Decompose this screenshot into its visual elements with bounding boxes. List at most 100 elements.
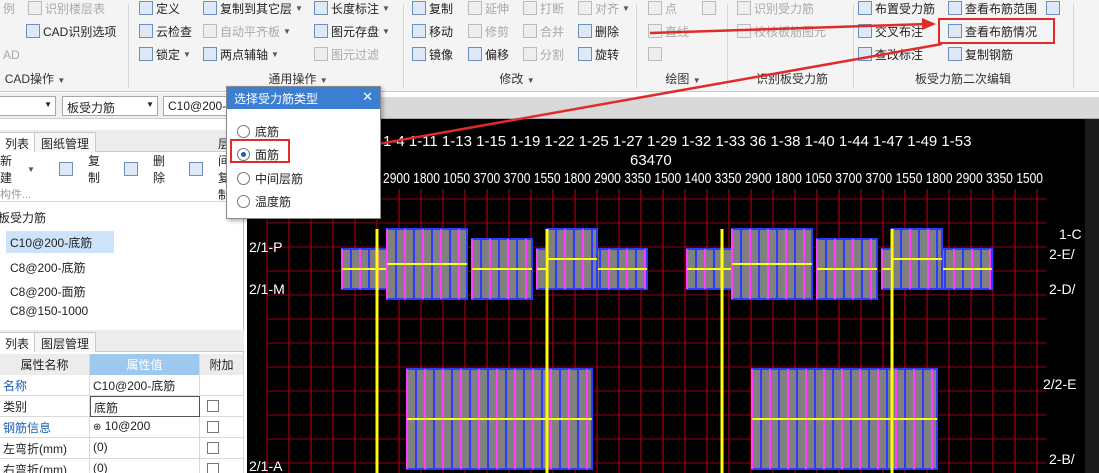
- property-value[interactable]: (0): [90, 459, 200, 473]
- copy-button[interactable]: 复制: [412, 0, 453, 18]
- rotate-button[interactable]: 旋转: [578, 44, 619, 64]
- option-temperature-rebar[interactable]: 温度筋: [237, 193, 291, 210]
- edit-icon-button[interactable]: [1046, 0, 1060, 18]
- tab-property-list[interactable]: 列表: [0, 332, 37, 352]
- arc-button[interactable]: [648, 44, 662, 64]
- group-separator: [727, 4, 728, 88]
- identify-rebar-button[interactable]: 识别受力筋: [737, 0, 814, 18]
- view-rebar-range-button[interactable]: 查看布筋范围: [948, 0, 1037, 18]
- property-value[interactable]: ⊕ 10@200: [90, 417, 200, 438]
- extend-button[interactable]: 延伸: [468, 0, 509, 18]
- copy-component-button[interactable]: 复制: [58, 152, 112, 186]
- group-cad-ops[interactable]: CAD操作 ▼: [0, 70, 70, 86]
- extra-checkbox[interactable]: [207, 421, 219, 433]
- floor-combo[interactable]: ▼: [0, 96, 56, 116]
- extra-checkbox[interactable]: [207, 442, 219, 454]
- tree-item[interactable]: C8@150-1000: [6, 304, 92, 320]
- delete-icon: [578, 24, 592, 38]
- property-extra: [200, 417, 244, 438]
- rotate-icon: [578, 47, 592, 61]
- trim-button[interactable]: 修剪: [468, 21, 509, 41]
- align-button[interactable]: 对齐 ▼: [578, 0, 630, 18]
- copy-rebar-button[interactable]: 复制钢筋: [948, 44, 1013, 64]
- option-bottom-rebar[interactable]: 底筋: [237, 123, 279, 140]
- two-point-aux-axis-button[interactable]: 两点辅轴 ▼: [203, 44, 279, 64]
- group-slab-rebar-edit: 板受力筋二次编辑: [914, 72, 1011, 86]
- merge-button[interactable]: 合并: [523, 21, 564, 41]
- arc-icon: [648, 47, 662, 61]
- extra-checkbox[interactable]: [207, 463, 219, 473]
- extra-checkbox[interactable]: [207, 400, 219, 412]
- tab-list[interactable]: 列表: [0, 132, 37, 152]
- tree-item-selected[interactable]: C10@200-底筋: [6, 231, 114, 253]
- delete-component-button[interactable]: 删除: [123, 152, 177, 186]
- range-icon: [948, 1, 962, 15]
- property-name: 钢筋信息: [0, 417, 90, 438]
- new-button[interactable]: 新建 ▼: [0, 152, 47, 186]
- table-icon: [28, 1, 42, 15]
- close-icon[interactable]: ✕: [362, 89, 373, 105]
- radio-button[interactable]: [237, 195, 250, 208]
- property-row: 名称 C10@200-底筋: [0, 375, 244, 396]
- axis-right-label: 1-C: [1059, 226, 1082, 242]
- tree-item[interactable]: C8@200-面筋: [6, 280, 90, 302]
- type-combo[interactable]: 板受力筋 ▼: [62, 96, 158, 116]
- split-icon: [523, 47, 537, 61]
- define-button[interactable]: 定义: [139, 0, 180, 18]
- option-middle-rebar[interactable]: 中间层筋: [237, 170, 303, 187]
- floor-copy-icon: [188, 162, 203, 176]
- cloud-check-button[interactable]: 云检查: [139, 21, 192, 41]
- radio-button[interactable]: [237, 125, 250, 138]
- point-button[interactable]: 点: [648, 0, 677, 18]
- property-value[interactable]: C10@200-底筋: [90, 375, 200, 396]
- check-modify-annotation-button[interactable]: 查改标注: [858, 44, 923, 64]
- identify-floor-table-button[interactable]: 识别楼层表: [28, 0, 105, 18]
- edit-icon: [1046, 1, 1060, 15]
- component-actions: 新建 ▼ 复制 删除 层间复制: [0, 137, 244, 202]
- tree-category[interactable]: 板受力筋: [0, 206, 50, 228]
- cross-annotate-button[interactable]: 交叉布注: [858, 21, 923, 41]
- axis-right-label: 2/2-E: [1043, 376, 1076, 392]
- group-draw[interactable]: 绘图 ▼: [648, 70, 718, 86]
- copy-to-other-floor-button[interactable]: 复制到其它层 ▼: [203, 0, 303, 18]
- property-value-input[interactable]: 底筋: [90, 396, 200, 417]
- radio-button[interactable]: [237, 172, 250, 185]
- tree-item[interactable]: C8@200-底筋: [6, 256, 90, 278]
- options-icon: [26, 24, 40, 38]
- split-button[interactable]: 分割: [523, 44, 564, 64]
- property-value[interactable]: (0): [90, 438, 200, 459]
- tab-drawing-management[interactable]: 图纸管理: [34, 132, 97, 152]
- canvas-side-toolbar[interactable]: [1085, 119, 1099, 473]
- mirror-button[interactable]: 镜像: [412, 44, 453, 64]
- header-name: 属性名称: [0, 354, 90, 375]
- delete-button[interactable]: 删除: [578, 21, 619, 41]
- axis-left-label: 2/1-P: [249, 239, 282, 255]
- extend-icon: [468, 1, 482, 15]
- circle-button[interactable]: [702, 0, 716, 18]
- group-separator: [636, 4, 637, 88]
- line-button[interactable]: 直线: [648, 21, 689, 41]
- offset-button[interactable]: 偏移: [468, 44, 509, 64]
- group-modify[interactable]: 修改 ▼: [412, 70, 622, 86]
- element-filter-button[interactable]: 图元过滤: [314, 44, 379, 64]
- copy-rebar-icon: [948, 47, 962, 61]
- group-common-ops[interactable]: 通用操作 ▼: [203, 70, 393, 86]
- group-separator: [1073, 4, 1074, 88]
- cad-identify-options-button[interactable]: CAD识别选项: [26, 21, 116, 41]
- break-button[interactable]: 打断: [523, 0, 564, 18]
- component-list-panel: 列表 图纸管理 新建 ▼ 复制 删除 层间复制 构件... 板受力筋 C10@20…: [0, 120, 244, 320]
- copy-icon: [58, 162, 73, 176]
- lock-button[interactable]: 锁定 ▼: [139, 44, 191, 64]
- property-row: 左弯折(mm) (0): [0, 438, 244, 459]
- component-search-input[interactable]: 构件...: [0, 184, 244, 202]
- property-extra: [200, 396, 244, 417]
- group-separator: [853, 4, 854, 88]
- move-button[interactable]: 移动: [412, 21, 453, 41]
- highlight-view-rebar-status: [938, 18, 1055, 44]
- length-dimension-button[interactable]: 长度标注 ▼: [314, 0, 390, 18]
- auto-flush-slab-button[interactable]: 自动平齐板 ▼: [203, 21, 291, 41]
- tab-layer-management[interactable]: 图层管理: [34, 332, 97, 352]
- save-element-button[interactable]: 图元存盘 ▼: [314, 21, 390, 41]
- check-slab-rebar-button[interactable]: 校核板筋图元: [737, 21, 826, 41]
- place-rebar-button[interactable]: 布置受力筋: [858, 0, 935, 18]
